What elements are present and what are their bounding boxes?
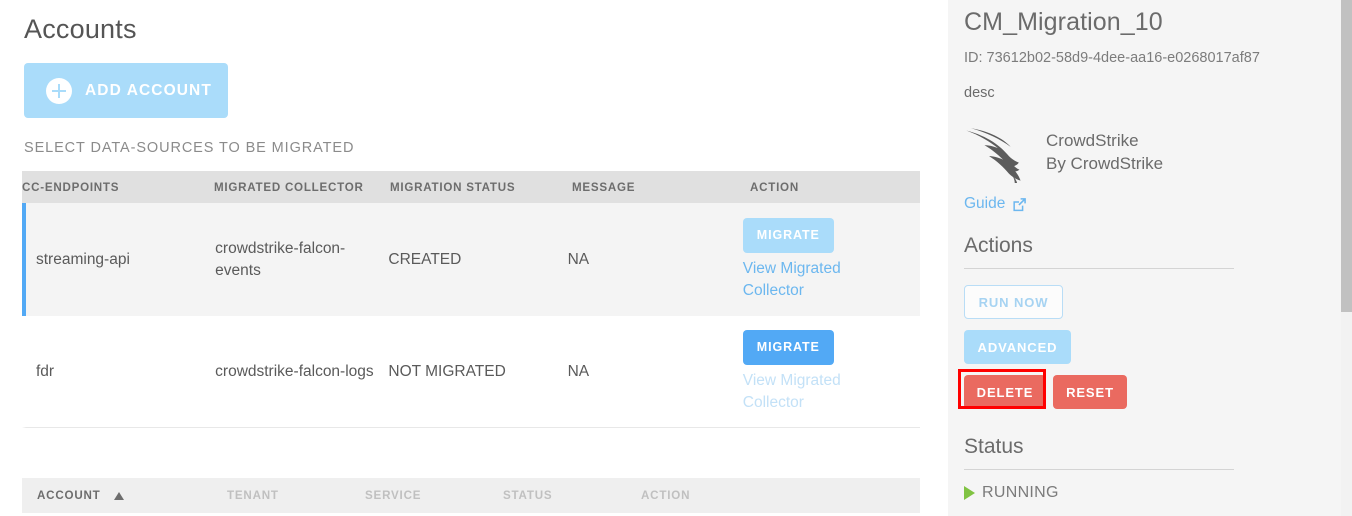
external-link-icon <box>1013 197 1027 211</box>
cell-action: MIGRATE View Migrated Collector <box>742 329 920 414</box>
add-account-button[interactable]: ADD ACCOUNT <box>24 63 228 118</box>
datasources-table: CC-ENDPOINTS MIGRATED COLLECTOR MIGRATIO… <box>22 171 920 428</box>
vendor-block: CrowdStrike By CrowdStrike <box>964 126 1163 184</box>
datasources-table-header: CC-ENDPOINTS MIGRATED COLLECTOR MIGRATIO… <box>22 171 920 203</box>
cell-cc-endpoint: streaming-api <box>36 250 130 268</box>
select-datasources-label: SELECT DATA-SOURCES TO BE MIGRATED <box>24 140 355 156</box>
vendor-names: CrowdStrike By CrowdStrike <box>1046 130 1163 175</box>
cell-migration-status: CREATED <box>388 250 462 268</box>
column-header-migrated-collector: MIGRATED COLLECTOR <box>214 180 364 194</box>
app-root: Accounts ADD ACCOUNT SELECT DATA-SOURCES… <box>0 0 1352 516</box>
migration-id: ID: 73612b02-58d9-4dee-aa16-e0268017af87 <box>964 50 1260 66</box>
column-header-status[interactable]: STATUS <box>503 489 641 502</box>
vendor-name: CrowdStrike <box>1046 131 1139 150</box>
page-title: Accounts <box>24 14 137 44</box>
column-header-action: ACTION <box>750 180 799 194</box>
vendor-by-line: By CrowdStrike <box>1046 153 1164 173</box>
accounts-table-header: ACCOUNT TENANT SERVICE STATUS ACTION <box>22 478 920 513</box>
column-header-cc-endpoints: CC-ENDPOINTS <box>22 180 120 194</box>
migration-detail-pane: CM_Migration_10 ID: 73612b02-58d9-4dee-a… <box>948 0 1352 516</box>
status-value: RUNNING <box>982 484 1059 501</box>
status-heading: Status <box>964 435 1024 458</box>
cell-action: MIGRATE View Migrated Collector <box>742 217 920 302</box>
column-header-message: MESSAGE <box>572 180 636 194</box>
table-row[interactable]: streaming-api crowdstrike-falcon-events … <box>22 203 920 316</box>
column-header-action[interactable]: ACTION <box>641 489 779 502</box>
cell-migrated-collector: crowdstrike-falcon-logs <box>215 362 374 380</box>
play-triangle-icon <box>964 486 975 500</box>
guide-link-label: Guide <box>964 195 1006 212</box>
page-scrollbar-thumb[interactable] <box>1341 0 1352 312</box>
status-divider <box>964 469 1234 470</box>
column-header-tenant[interactable]: TENANT <box>227 489 365 502</box>
plus-icon <box>46 77 72 104</box>
actions-divider <box>964 268 1234 269</box>
cell-migrated-collector: crowdstrike-falcon-events <box>215 239 346 279</box>
reset-button[interactable]: RESET <box>1053 375 1127 409</box>
accounts-main-pane: Accounts ADD ACCOUNT SELECT DATA-SOURCES… <box>0 0 948 516</box>
crowdstrike-falcon-logo-icon <box>966 128 1021 183</box>
status-badge: RUNNING <box>964 484 1059 502</box>
cell-cc-endpoint: fdr <box>36 362 55 380</box>
column-header-service[interactable]: SERVICE <box>365 489 503 502</box>
column-header-account-label: ACCOUNT <box>37 489 101 502</box>
cell-migration-status: NOT MIGRATED <box>388 362 506 380</box>
sort-ascending-icon <box>113 491 124 500</box>
cell-message: NA <box>567 362 590 380</box>
column-header-migration-status: MIGRATION STATUS <box>390 180 516 194</box>
cell-message: NA <box>567 250 590 268</box>
migration-description: desc <box>964 85 995 101</box>
actions-heading: Actions <box>964 234 1033 257</box>
view-migrated-collector-link[interactable]: View Migrated Collector <box>743 258 848 302</box>
view-migrated-collector-link[interactable]: View Migrated Collector <box>743 370 848 414</box>
page-scrollbar-track[interactable] <box>1341 0 1352 516</box>
column-header-account[interactable]: ACCOUNT <box>22 489 227 502</box>
add-account-label: ADD ACCOUNT <box>85 81 212 99</box>
migration-title: CM_Migration_10 <box>964 8 1163 36</box>
run-now-button[interactable]: RUN NOW <box>964 285 1063 319</box>
guide-link[interactable]: Guide <box>964 195 1027 213</box>
migrate-button[interactable]: MIGRATE <box>742 329 834 365</box>
delete-button[interactable]: DELETE <box>964 375 1046 409</box>
migrate-button[interactable]: MIGRATE <box>742 217 834 253</box>
advanced-button[interactable]: ADVANCED <box>964 330 1071 364</box>
table-row[interactable]: fdr crowdstrike-falcon-logs NOT MIGRATED… <box>22 316 920 428</box>
